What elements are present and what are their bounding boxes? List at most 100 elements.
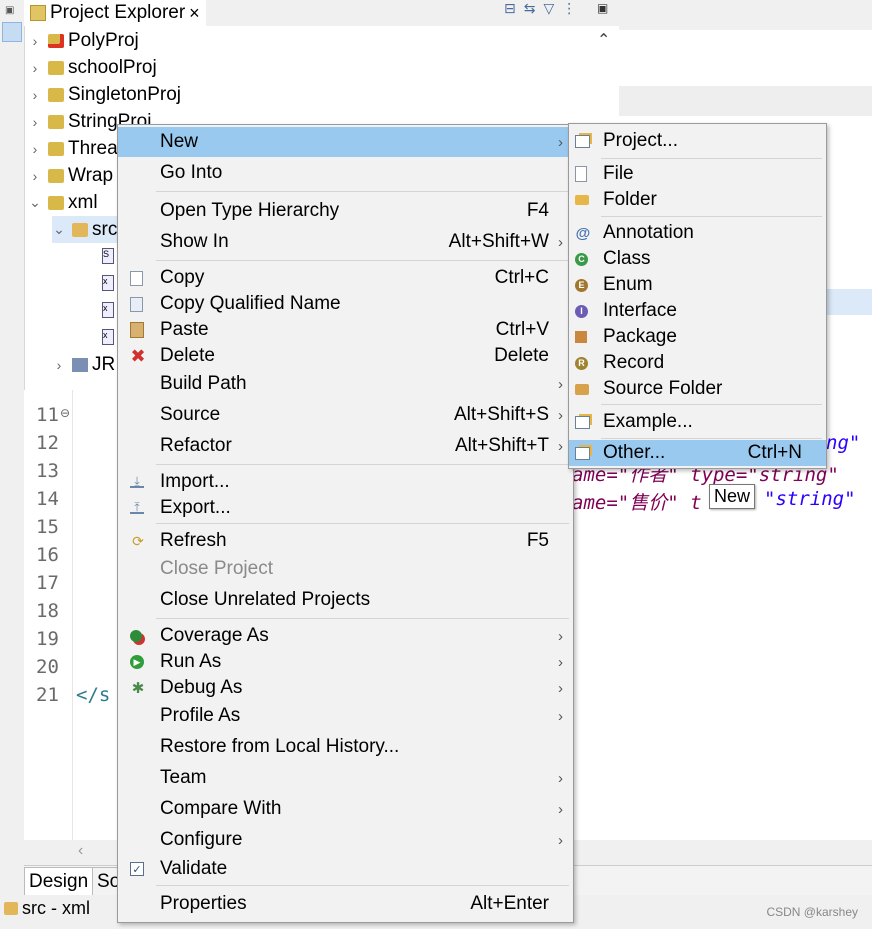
restore-view-icon[interactable] bbox=[2, 22, 22, 42]
project-icon bbox=[48, 60, 64, 75]
menu-item-label: Export... bbox=[160, 497, 231, 518]
menu-item-restore-from-local-history[interactable]: Restore from Local History... bbox=[118, 732, 573, 762]
menu-separator bbox=[156, 618, 569, 619]
menu-item-validate[interactable]: ✓ Validate bbox=[118, 854, 573, 884]
menu-item-refactor[interactable]: Refactor Alt+Shift+T › bbox=[118, 431, 573, 461]
expand-chevron-icon[interactable]: › bbox=[28, 141, 42, 157]
tab-design[interactable]: Design bbox=[24, 867, 94, 895]
menu-item-label: Project... bbox=[603, 130, 678, 151]
submenu-item-source-folder[interactable]: Source Folder bbox=[569, 374, 826, 404]
export-icon: ⤒ bbox=[130, 500, 144, 514]
menu-separator bbox=[156, 523, 569, 524]
explorer-toolbar: ⊟ ⇆ ▽ ⋮ bbox=[504, 0, 576, 20]
menu-item-profile-as[interactable]: Profile As › bbox=[118, 701, 573, 731]
coverage-icon bbox=[130, 630, 142, 642]
left-trim: ▣ bbox=[0, 0, 25, 929]
debug-icon: ✱ bbox=[131, 680, 145, 697]
menu-item-configure[interactable]: Configure › bbox=[118, 825, 573, 855]
submenu-arrow-icon: › bbox=[558, 133, 563, 151]
maximize-icon[interactable]: ▣ bbox=[597, 1, 608, 15]
expand-chevron-icon[interactable]: › bbox=[28, 33, 42, 49]
menu-item-go-into[interactable]: Go Into bbox=[118, 158, 573, 188]
enum-icon: E bbox=[575, 278, 588, 292]
menu-item-open-type-hierarchy[interactable]: Open Type Hierarchy F4 bbox=[118, 196, 573, 226]
collapse-all-icon[interactable]: ⊟ bbox=[504, 0, 516, 20]
xml-file-icon: x bbox=[102, 329, 114, 345]
menu-separator bbox=[156, 260, 569, 261]
menu-item-refresh[interactable]: ⟳ Refresh F5 bbox=[118, 526, 573, 556]
menu-item-compare-with[interactable]: Compare With › bbox=[118, 794, 573, 824]
collapse-chevron-icon[interactable]: ⌄ bbox=[52, 221, 66, 238]
menu-item-label: Folder bbox=[603, 189, 657, 210]
submenu-item-other[interactable]: Other... Ctrl+N bbox=[569, 440, 826, 466]
tree-item[interactable]: ⌄ xml bbox=[28, 189, 98, 216]
tree-item[interactable]: › schoolProj bbox=[28, 54, 157, 81]
tree-item[interactable]: › Threa bbox=[28, 135, 118, 162]
tree-item-label: schoolProj bbox=[68, 56, 157, 78]
other-icon bbox=[575, 446, 590, 460]
filter-icon[interactable]: ▽ bbox=[543, 0, 554, 20]
menu-item-label: Annotation bbox=[603, 222, 694, 243]
view-menu-icon[interactable]: ⋮ bbox=[562, 0, 576, 20]
fold-icon[interactable]: ⊖ bbox=[60, 406, 70, 420]
tree-item[interactable]: › Wrap bbox=[28, 162, 113, 189]
menu-item-close-project: Close Project bbox=[118, 554, 573, 584]
project-icon bbox=[48, 114, 64, 129]
menu-item-properties[interactable]: Properties Alt+Enter bbox=[118, 889, 573, 919]
submenu-item-example[interactable]: Example... bbox=[569, 407, 826, 437]
tree-item-label: src bbox=[92, 218, 118, 240]
menu-item-label: Enum bbox=[603, 274, 653, 295]
menu-item-label: Team bbox=[160, 767, 207, 788]
tree-item-label: xml bbox=[68, 191, 98, 213]
menu-item-label: Debug As bbox=[160, 677, 243, 698]
close-tab-icon[interactable]: × bbox=[189, 3, 200, 24]
expand-chevron-icon[interactable]: › bbox=[52, 357, 66, 373]
menu-item-show-in[interactable]: Show In Alt+Shift+W › bbox=[118, 227, 573, 257]
menu-item-build-path[interactable]: Build Path › bbox=[118, 369, 573, 399]
menu-item-label: Close Project bbox=[160, 558, 273, 579]
submenu-arrow-icon: › bbox=[558, 375, 563, 393]
menu-accelerator: Ctrl+N bbox=[747, 442, 802, 463]
link-with-editor-icon[interactable]: ⇆ bbox=[524, 0, 536, 20]
tree-item[interactable]: › JR bbox=[52, 351, 116, 378]
project-explorer-tab[interactable]: Project Explorer × bbox=[24, 0, 206, 26]
menu-item-source[interactable]: Source Alt+Shift+S › bbox=[118, 400, 573, 430]
menu-item-team[interactable]: Team › bbox=[118, 763, 573, 793]
tab-label: Design bbox=[29, 870, 89, 892]
menu-item-label: Restore from Local History... bbox=[160, 736, 400, 757]
source-folder-icon bbox=[72, 222, 88, 237]
submenu-arrow-icon: › bbox=[558, 679, 563, 697]
expand-chevron-icon[interactable]: › bbox=[28, 60, 42, 76]
code-fragment: ng" bbox=[826, 432, 861, 454]
menu-item-close-unrelated-projects[interactable]: Close Unrelated Projects bbox=[118, 585, 573, 615]
line-number: 14 bbox=[36, 488, 59, 510]
status-selection: src - xml bbox=[4, 898, 90, 919]
collapse-chevron-icon[interactable]: ⌄ bbox=[28, 194, 42, 211]
tree-item-label: Wrap bbox=[68, 164, 114, 186]
expand-chevron-icon[interactable]: › bbox=[28, 87, 42, 103]
menu-item-delete[interactable]: ✖ Delete Delete bbox=[118, 341, 573, 371]
menu-item-export[interactable]: ⤒ Export... bbox=[118, 493, 573, 523]
delete-icon: ✖ bbox=[130, 345, 146, 366]
menu-item-label: Interface bbox=[603, 300, 677, 321]
context-menu: New › Go Into Open Type Hierarchy F4 Show … bbox=[117, 124, 574, 923]
menu-item-debug-as[interactable]: ✱ Debug As › bbox=[118, 673, 573, 703]
menu-item-new[interactable]: New › bbox=[118, 127, 573, 157]
menu-item-label: Compare With bbox=[160, 798, 282, 819]
interface-icon: I bbox=[575, 304, 588, 318]
submenu-item-project[interactable]: Project... bbox=[569, 126, 826, 156]
folder-icon bbox=[575, 195, 589, 205]
project-explorer-icon bbox=[30, 5, 46, 21]
line-number: 21 bbox=[36, 684, 59, 706]
tree-item[interactable]: › PolyProj bbox=[28, 27, 139, 54]
submenu-arrow-icon: › bbox=[558, 831, 563, 849]
expand-chevron-icon[interactable]: › bbox=[28, 114, 42, 130]
scroll-up-icon[interactable]: ⌃ bbox=[597, 30, 610, 50]
scroll-left-icon[interactable]: ‹ bbox=[78, 842, 83, 860]
project-icon bbox=[48, 168, 64, 183]
tooltip: New bbox=[709, 484, 756, 509]
submenu-item-folder[interactable]: Folder bbox=[569, 185, 826, 215]
minimize-icon[interactable]: ▣ bbox=[5, 5, 15, 16]
tree-item[interactable]: › SingletonProj bbox=[28, 81, 181, 108]
expand-chevron-icon[interactable]: › bbox=[28, 168, 42, 184]
